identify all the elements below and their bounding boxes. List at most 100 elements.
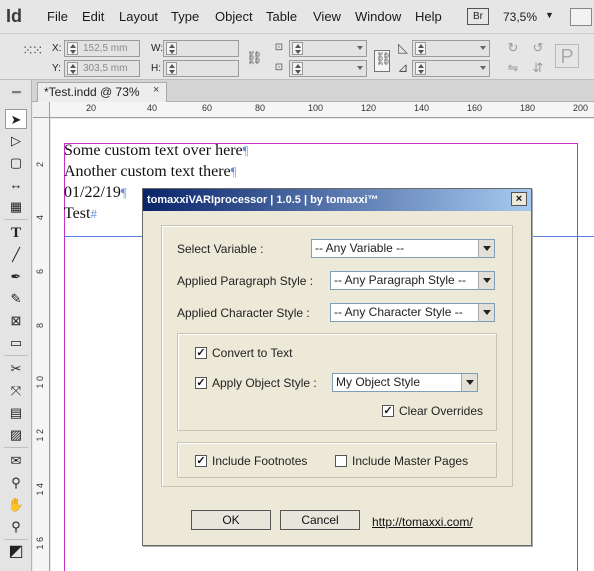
selection-tool-icon[interactable]: ➤ (5, 109, 27, 129)
chevron-down-icon[interactable] (478, 272, 494, 289)
line-tool-icon[interactable]: ╱ (5, 245, 27, 265)
link-icon[interactable]: ⛓ (374, 50, 392, 72)
chevron-down-icon[interactable] (461, 374, 477, 391)
character-style-label: Applied Character Style : (177, 306, 310, 320)
tool-separator (4, 539, 28, 540)
horizontal-ruler[interactable]: 20 40 60 80 100 120 140 160 180 200 (50, 102, 594, 118)
eyedropper-tool-icon[interactable]: ⚲ (5, 473, 27, 493)
ok-button[interactable]: OK (191, 510, 271, 530)
zoom-tool-icon[interactable]: ⚲ (5, 517, 27, 537)
page-margin-guide (577, 143, 578, 571)
shear-stepper[interactable] (415, 62, 426, 75)
menu-object[interactable]: Object (215, 9, 253, 24)
pen-tool-icon[interactable]: ✒ (5, 267, 27, 287)
menu-table[interactable]: Table (266, 9, 297, 24)
rotate-cw-icon[interactable]: ↻ (505, 40, 521, 56)
ruler-label: 200 (573, 103, 589, 113)
include-footnotes-checkbox[interactable]: ✓ (195, 455, 207, 467)
tools-panel: ▪▪▪▪ ➤ ▷ ▢ ↔ ▦ T ╱ ✒ ✎ ⊠ ▭ ✂ ⤧ ▤ ▨ ✉ ⚲ ✋… (0, 80, 32, 571)
scale-x-field[interactable] (289, 40, 367, 57)
include-master-pages-label: Include Master Pages (352, 454, 469, 468)
scale-x-stepper[interactable] (292, 42, 303, 55)
vertical-ruler[interactable]: 2 4 6 8 1 0 1 2 1 4 1 6 (33, 118, 50, 571)
menu-window[interactable]: Window (355, 9, 401, 24)
workspace-button[interactable] (570, 8, 592, 26)
ruler-origin[interactable] (33, 102, 50, 118)
zoom-level[interactable]: 73,5% (503, 10, 537, 24)
w-stepper[interactable] (166, 42, 177, 55)
gradient-feather-tool-icon[interactable]: ▨ (5, 425, 27, 445)
chevron-down-icon[interactable]: ▼ (545, 10, 554, 20)
pilcrow-mark: ¶ (120, 185, 127, 200)
h-stepper[interactable] (166, 62, 177, 75)
pilcrow-mark: ¶ (230, 164, 237, 179)
dialog-title[interactable]: tomaxxiVARIprocessor | 1.0.5 | by tomaxx… (143, 189, 531, 211)
rotation-stepper[interactable] (415, 42, 426, 55)
pencil-tool-icon[interactable]: ✎ (5, 289, 27, 309)
tool-separator (4, 219, 28, 220)
apply-object-style-checkbox[interactable]: ✓ (195, 377, 207, 389)
w-field[interactable] (163, 40, 239, 57)
clear-overrides-checkbox[interactable]: ✓ (382, 405, 394, 417)
close-icon[interactable]: × (511, 192, 527, 206)
gap-tool-icon[interactable]: ↔ (5, 175, 27, 195)
pilcrow-mark: ¶ (242, 143, 249, 158)
ruler-label: 4 (35, 215, 45, 221)
ruler-label: 120 (361, 103, 377, 113)
chevron-down-icon[interactable] (478, 240, 494, 257)
flip-vertical-icon[interactable]: ⇵ (530, 60, 546, 76)
select-variable-dropdown[interactable]: -- Any Variable -- (311, 239, 495, 258)
character-style-dropdown[interactable]: -- Any Character Style -- (330, 303, 495, 322)
content-collector-icon[interactable]: ▦ (5, 197, 27, 217)
y-stepper[interactable] (67, 62, 78, 75)
ruler-label: 60 (202, 103, 213, 113)
scale-y-stepper[interactable] (292, 62, 303, 75)
h-label: H: (151, 63, 161, 74)
reference-point-icon[interactable]: ⁙⁙ (22, 42, 43, 58)
tab-test-indd[interactable]: *Test.indd @ 73% (37, 82, 167, 102)
menu-layout[interactable]: Layout (119, 9, 158, 24)
type-tool-icon[interactable]: T (5, 223, 27, 243)
ruler-label: 40 (147, 103, 158, 113)
note-tool-icon[interactable]: ✉ (5, 451, 27, 471)
scissors-tool-icon[interactable]: ✂ (5, 359, 27, 379)
rotate-ccw-icon[interactable]: ↺ (530, 40, 546, 56)
fill-stroke-icon[interactable]: ◩ (5, 542, 27, 562)
rotation-field[interactable] (412, 40, 490, 57)
paragraph-style-dropdown[interactable]: -- Any Paragraph Style -- (330, 271, 495, 290)
constrain-proportions-icon[interactable]: ⛓ (246, 50, 263, 66)
gradient-swatch-tool-icon[interactable]: ▤ (5, 403, 27, 423)
paragraph-style-label: Applied Paragraph Style : (177, 274, 314, 288)
direct-selection-tool-icon[interactable]: ▷ (5, 131, 27, 151)
cancel-button[interactable]: Cancel (280, 510, 360, 530)
convert-to-text-checkbox[interactable]: ✓ (195, 347, 207, 359)
bridge-button[interactable]: Br (467, 8, 489, 25)
x-field[interactable]: 152,5 mm (64, 40, 140, 57)
ruler-label: 180 (520, 103, 536, 113)
flip-horizontal-icon[interactable]: ⇋ (505, 60, 521, 76)
shear-field[interactable] (412, 60, 490, 77)
menu-type[interactable]: Type (171, 9, 199, 24)
include-master-pages-checkbox[interactable] (335, 455, 347, 467)
website-link[interactable]: http://tomaxxi.com/ (372, 515, 473, 529)
menu-view[interactable]: View (313, 9, 341, 24)
end-of-story-mark: # (90, 206, 97, 221)
menu-bar: Id File Edit Layout Type Object Table Vi… (0, 0, 594, 34)
close-icon[interactable]: × (153, 84, 159, 96)
p-icon[interactable]: P (555, 44, 579, 68)
hand-tool-icon[interactable]: ✋ (5, 495, 27, 515)
menu-edit[interactable]: Edit (82, 9, 104, 24)
menu-help[interactable]: Help (415, 9, 442, 24)
scale-y-field[interactable] (289, 60, 367, 77)
h-field[interactable] (163, 60, 239, 77)
menu-file[interactable]: File (47, 9, 68, 24)
shear-icon: ⊿ (397, 60, 409, 75)
chevron-down-icon[interactable] (478, 304, 494, 321)
free-transform-tool-icon[interactable]: ⤧ (5, 381, 27, 401)
rectangle-frame-tool-icon[interactable]: ⊠ (5, 311, 27, 331)
y-field[interactable]: 303,5 mm (64, 60, 140, 77)
rectangle-tool-icon[interactable]: ▭ (5, 333, 27, 353)
page-tool-icon[interactable]: ▢ (5, 153, 27, 173)
x-stepper[interactable] (67, 42, 78, 55)
object-style-dropdown[interactable]: My Object Style (332, 373, 478, 392)
